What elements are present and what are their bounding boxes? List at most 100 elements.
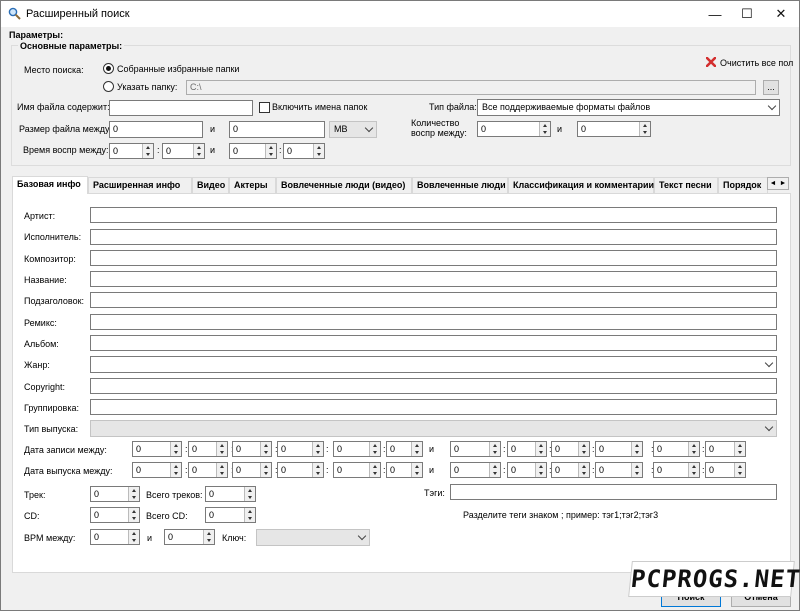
spinner-arrows-icon[interactable]: [244, 487, 255, 501]
tab-order[interactable]: Порядок: [718, 177, 768, 193]
date-part-spinner[interactable]: 0: [386, 462, 423, 478]
spinner-arrows-icon[interactable]: [411, 442, 422, 456]
bpm-from-spinner[interactable]: 0: [90, 529, 140, 545]
spinner-arrows-icon[interactable]: [578, 442, 589, 456]
spinner-arrows-icon[interactable]: [535, 463, 546, 477]
folder-path-input[interactable]: C:\: [186, 80, 756, 95]
spinner-arrows-icon[interactable]: [128, 508, 139, 522]
tab-lyrics[interactable]: Текст песни: [654, 177, 718, 193]
date-part-spinner[interactable]: 0: [132, 462, 182, 478]
date-part-spinner[interactable]: 0: [653, 441, 700, 457]
spinner-arrows-icon[interactable]: [688, 463, 699, 477]
scroll-left-icon[interactable]: ◄: [768, 178, 778, 189]
date-part-spinner[interactable]: 0: [386, 441, 423, 457]
genre-select[interactable]: [90, 356, 777, 373]
browse-button[interactable]: ...: [763, 80, 779, 95]
spinner-arrows-icon[interactable]: [128, 487, 139, 501]
spinner-arrows-icon[interactable]: [631, 442, 642, 456]
spinner-arrows-icon[interactable]: [313, 144, 324, 158]
date-part-spinner[interactable]: 0: [595, 441, 643, 457]
tab-people[interactable]: Вовлеченные люди: [412, 177, 508, 193]
composer-input[interactable]: [90, 250, 777, 266]
spinner-arrows-icon[interactable]: [170, 442, 181, 456]
date-part-spinner[interactable]: 0: [653, 462, 700, 478]
spinner-arrows-icon[interactable]: [193, 144, 204, 158]
date-part-spinner[interactable]: 0: [277, 462, 324, 478]
date-part-spinner[interactable]: 0: [705, 441, 746, 457]
release-type-select[interactable]: [90, 420, 777, 437]
spinner-arrows-icon[interactable]: [369, 442, 380, 456]
date-part-spinner[interactable]: 0: [132, 441, 182, 457]
play-from-spinner[interactable]: 0: [477, 121, 551, 137]
clear-icon[interactable]: [706, 57, 716, 67]
date-part-spinner[interactable]: 0: [333, 441, 381, 457]
date-part-spinner[interactable]: 0: [333, 462, 381, 478]
date-part-spinner[interactable]: 0: [450, 441, 501, 457]
total-cd-spinner[interactable]: 0: [205, 507, 256, 523]
spinner-arrows-icon[interactable]: [312, 442, 323, 456]
album-input[interactable]: [90, 335, 777, 351]
artist-input[interactable]: [90, 207, 777, 223]
date-part-spinner[interactable]: 0: [551, 441, 590, 457]
spinner-arrows-icon[interactable]: [688, 442, 699, 456]
spinner-arrows-icon[interactable]: [411, 463, 422, 477]
tab-basic-info[interactable]: Базовая инфо: [12, 176, 88, 194]
date-part-spinner[interactable]: 0: [277, 441, 324, 457]
date-part-spinner[interactable]: 0: [705, 462, 746, 478]
date-part-spinner[interactable]: 0: [450, 462, 501, 478]
spinner-arrows-icon[interactable]: [369, 463, 380, 477]
date-part-spinner[interactable]: 0: [232, 441, 272, 457]
close-button[interactable]: ✕: [764, 1, 798, 27]
title-input[interactable]: [90, 271, 777, 287]
tab-actors[interactable]: Актеры: [229, 177, 276, 193]
spinner-arrows-icon[interactable]: [260, 463, 271, 477]
date-part-spinner[interactable]: 0: [507, 441, 547, 457]
spinner-arrows-icon[interactable]: [244, 508, 255, 522]
date-part-spinner[interactable]: 0: [595, 462, 643, 478]
size-to-input[interactable]: 0: [229, 121, 325, 138]
spinner-arrows-icon[interactable]: [489, 442, 500, 456]
copyright-input[interactable]: [90, 378, 777, 394]
time-to-min-spinner[interactable]: 0: [229, 143, 277, 159]
date-part-spinner[interactable]: 0: [188, 441, 228, 457]
spinner-arrows-icon[interactable]: [312, 463, 323, 477]
track-spinner[interactable]: 0: [90, 486, 140, 502]
filename-input[interactable]: [109, 100, 253, 116]
include-folders-checkbox[interactable]: [259, 102, 270, 113]
spinner-arrows-icon[interactable]: [539, 122, 550, 136]
subtitle-input[interactable]: [90, 292, 777, 308]
tab-people-video[interactable]: Вовлеченные люди (видео): [276, 177, 412, 193]
spinner-arrows-icon[interactable]: [639, 122, 650, 136]
total-tracks-spinner[interactable]: 0: [205, 486, 256, 502]
tags-input[interactable]: [450, 484, 777, 500]
spinner-arrows-icon[interactable]: [734, 442, 745, 456]
time-from-min-spinner[interactable]: 0: [109, 143, 154, 159]
spinner-arrows-icon[interactable]: [578, 463, 589, 477]
performer-input[interactable]: [90, 229, 777, 245]
date-part-spinner[interactable]: 0: [507, 462, 547, 478]
bpm-to-spinner[interactable]: 0: [164, 529, 215, 545]
clear-all-link[interactable]: Очистить все пол: [720, 58, 793, 69]
spinner-arrows-icon[interactable]: [734, 463, 745, 477]
tab-rating-comments[interactable]: Классификация и комментарии: [508, 177, 654, 193]
maximize-button[interactable]: ☐: [730, 1, 764, 27]
spinner-arrows-icon[interactable]: [631, 463, 642, 477]
date-part-spinner[interactable]: 0: [188, 462, 228, 478]
date-part-spinner[interactable]: 0: [232, 462, 272, 478]
spinner-arrows-icon[interactable]: [216, 463, 227, 477]
size-unit-select[interactable]: MB: [329, 121, 377, 138]
radio-favorites[interactable]: [103, 63, 114, 74]
tab-extended-info[interactable]: Расширенная инфо: [88, 177, 192, 193]
spinner-arrows-icon[interactable]: [489, 463, 500, 477]
cd-spinner[interactable]: 0: [90, 507, 140, 523]
spinner-arrows-icon[interactable]: [260, 442, 271, 456]
radio-folder[interactable]: [103, 81, 114, 92]
spinner-arrows-icon[interactable]: [142, 144, 153, 158]
key-select[interactable]: [256, 529, 370, 546]
spinner-arrows-icon[interactable]: [265, 144, 276, 158]
spinner-arrows-icon[interactable]: [128, 530, 139, 544]
date-part-spinner[interactable]: 0: [551, 462, 590, 478]
play-to-spinner[interactable]: 0: [577, 121, 651, 137]
filetype-select[interactable]: Все поддерживаемые форматы файлов: [477, 99, 780, 116]
time-to-sec-spinner[interactable]: 0: [283, 143, 325, 159]
